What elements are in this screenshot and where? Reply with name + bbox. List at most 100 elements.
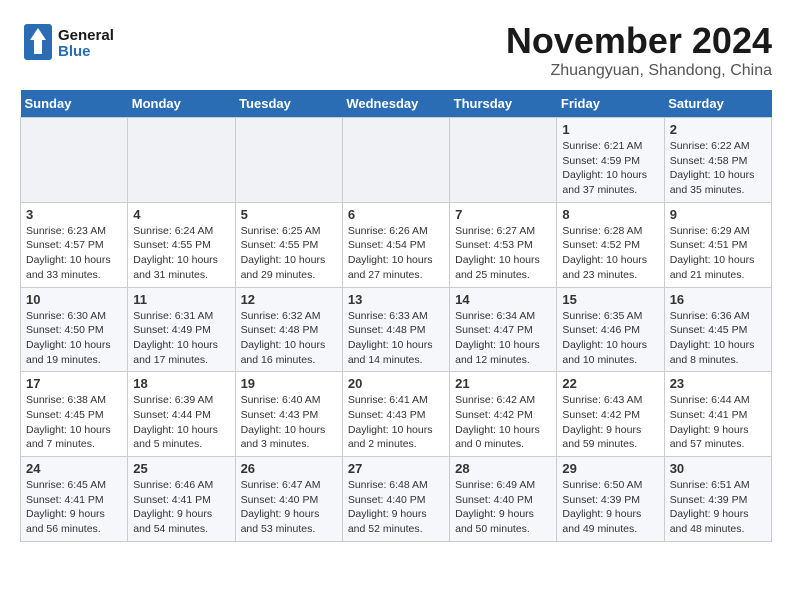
calendar-cell: 17 Sunrise: 6:38 AM Sunset: 4:45 PM Dayli… — [21, 372, 128, 457]
day-number: 12 — [241, 292, 337, 307]
day-info: Sunrise: 6:22 AM Sunset: 4:58 PM Dayligh… — [670, 139, 766, 198]
day-info: Sunrise: 6:43 AM Sunset: 4:42 PM Dayligh… — [562, 393, 658, 452]
calendar-cell: 3Sunrise: 6:23 AM Sunset: 4:57 PM Daylig… — [21, 202, 128, 287]
calendar-cell: 24 Sunrise: 6:45 AM Sunset: 4:41 PM Dayli… — [21, 457, 128, 542]
calendar-cell — [128, 118, 235, 203]
day-info: Sunrise: 6:34 AM Sunset: 4:47 PM Dayligh… — [455, 309, 551, 368]
calendar-cell: 9 Sunrise: 6:29 AM Sunset: 4:51 PM Daylig… — [664, 202, 771, 287]
day-number: 2 — [670, 122, 766, 137]
day-number: 14 — [455, 292, 551, 307]
day-header-wednesday: Wednesday — [342, 90, 449, 118]
day-info: Sunrise: 6:33 AM Sunset: 4:48 PM Dayligh… — [348, 309, 444, 368]
calendar-cell: 7 Sunrise: 6:27 AM Sunset: 4:53 PM Daylig… — [450, 202, 557, 287]
day-number: 4 — [133, 207, 229, 222]
day-info: Sunrise: 6:29 AM Sunset: 4:51 PM Dayligh… — [670, 224, 766, 283]
week-row-4: 24 Sunrise: 6:45 AM Sunset: 4:41 PM Dayli… — [21, 457, 772, 542]
calendar-cell: 28 Sunrise: 6:49 AM Sunset: 4:40 PM Dayli… — [450, 457, 557, 542]
day-header-thursday: Thursday — [450, 90, 557, 118]
calendar-cell: 10 Sunrise: 6:30 AM Sunset: 4:50 PM Dayli… — [21, 287, 128, 372]
header-row: SundayMondayTuesdayWednesdayThursdayFrid… — [21, 90, 772, 118]
calendar-cell: 27Sunrise: 6:48 AM Sunset: 4:40 PM Dayli… — [342, 457, 449, 542]
day-info: Sunrise: 6:28 AM Sunset: 4:52 PM Dayligh… — [562, 224, 658, 283]
day-number: 10 — [26, 292, 122, 307]
day-number: 11 — [133, 292, 229, 307]
day-number: 16 — [670, 292, 766, 307]
svg-text:Blue: Blue — [58, 43, 91, 60]
calendar-cell: 30Sunrise: 6:51 AM Sunset: 4:39 PM Dayli… — [664, 457, 771, 542]
day-header-sunday: Sunday — [21, 90, 128, 118]
day-number: 3 — [26, 207, 122, 222]
day-number: 22 — [562, 376, 658, 391]
calendar-cell: 5Sunrise: 6:25 AM Sunset: 4:55 PM Daylig… — [235, 202, 342, 287]
svg-text:General: General — [58, 27, 114, 44]
day-info: Sunrise: 6:42 AM Sunset: 4:42 PM Dayligh… — [455, 393, 551, 452]
calendar-cell: 25Sunrise: 6:46 AM Sunset: 4:41 PM Dayli… — [128, 457, 235, 542]
day-info: Sunrise: 6:32 AM Sunset: 4:48 PM Dayligh… — [241, 309, 337, 368]
day-info: Sunrise: 6:38 AM Sunset: 4:45 PM Dayligh… — [26, 393, 122, 452]
day-info: Sunrise: 6:45 AM Sunset: 4:41 PM Dayligh… — [26, 478, 122, 537]
day-header-saturday: Saturday — [664, 90, 771, 118]
calendar-table: SundayMondayTuesdayWednesdayThursdayFrid… — [20, 90, 772, 542]
calendar-cell — [450, 118, 557, 203]
day-header-monday: Monday — [128, 90, 235, 118]
day-info: Sunrise: 6:49 AM Sunset: 4:40 PM Dayligh… — [455, 478, 551, 537]
day-number: 19 — [241, 376, 337, 391]
calendar-cell: 1Sunrise: 6:21 AM Sunset: 4:59 PM Daylig… — [557, 118, 664, 203]
week-row-1: 3Sunrise: 6:23 AM Sunset: 4:57 PM Daylig… — [21, 202, 772, 287]
day-info: Sunrise: 6:41 AM Sunset: 4:43 PM Dayligh… — [348, 393, 444, 452]
calendar-cell: 12 Sunrise: 6:32 AM Sunset: 4:48 PM Dayli… — [235, 287, 342, 372]
day-number: 24 — [26, 461, 122, 476]
day-info: Sunrise: 6:39 AM Sunset: 4:44 PM Dayligh… — [133, 393, 229, 452]
day-number: 8 — [562, 207, 658, 222]
day-info: Sunrise: 6:50 AM Sunset: 4:39 PM Dayligh… — [562, 478, 658, 537]
calendar-cell: 20 Sunrise: 6:41 AM Sunset: 4:43 PM Dayli… — [342, 372, 449, 457]
day-info: Sunrise: 6:40 AM Sunset: 4:43 PM Dayligh… — [241, 393, 337, 452]
day-number: 30 — [670, 461, 766, 476]
day-number: 23 — [670, 376, 766, 391]
day-number: 20 — [348, 376, 444, 391]
day-number: 6 — [348, 207, 444, 222]
day-info: Sunrise: 6:30 AM Sunset: 4:50 PM Dayligh… — [26, 309, 122, 368]
day-info: Sunrise: 6:31 AM Sunset: 4:49 PM Dayligh… — [133, 309, 229, 368]
location-title: Zhuangyuan, Shandong, China — [506, 62, 772, 80]
day-number: 5 — [241, 207, 337, 222]
calendar-cell: 11 Sunrise: 6:31 AM Sunset: 4:49 PM Dayli… — [128, 287, 235, 372]
day-info: Sunrise: 6:36 AM Sunset: 4:45 PM Dayligh… — [670, 309, 766, 368]
calendar-cell: 15 Sunrise: 6:35 AM Sunset: 4:46 PM Dayli… — [557, 287, 664, 372]
day-number: 29 — [562, 461, 658, 476]
day-number: 18 — [133, 376, 229, 391]
calendar-cell: 19 Sunrise: 6:40 AM Sunset: 4:43 PM Dayli… — [235, 372, 342, 457]
month-title: November 2024 — [506, 20, 772, 62]
calendar-cell — [21, 118, 128, 203]
day-info: Sunrise: 6:21 AM Sunset: 4:59 PM Dayligh… — [562, 139, 658, 198]
calendar-cell: 2 Sunrise: 6:22 AM Sunset: 4:58 PM Daylig… — [664, 118, 771, 203]
day-number: 21 — [455, 376, 551, 391]
calendar-cell: 26 Sunrise: 6:47 AM Sunset: 4:40 PM Dayli… — [235, 457, 342, 542]
calendar-cell: 13 Sunrise: 6:33 AM Sunset: 4:48 PM Dayli… — [342, 287, 449, 372]
calendar-cell: 8 Sunrise: 6:28 AM Sunset: 4:52 PM Daylig… — [557, 202, 664, 287]
day-info: Sunrise: 6:48 AM Sunset: 4:40 PM Dayligh… — [348, 478, 444, 537]
day-number: 9 — [670, 207, 766, 222]
day-number: 7 — [455, 207, 551, 222]
calendar-cell: 14 Sunrise: 6:34 AM Sunset: 4:47 PM Dayli… — [450, 287, 557, 372]
calendar-cell — [342, 118, 449, 203]
calendar-cell: 29 Sunrise: 6:50 AM Sunset: 4:39 PM Dayli… — [557, 457, 664, 542]
day-number: 25 — [133, 461, 229, 476]
logo: General Blue — [20, 20, 130, 65]
day-info: Sunrise: 6:26 AM Sunset: 4:54 PM Dayligh… — [348, 224, 444, 283]
calendar-cell: 6 Sunrise: 6:26 AM Sunset: 4:54 PM Daylig… — [342, 202, 449, 287]
logo-svg: General Blue — [20, 20, 130, 65]
day-info: Sunrise: 6:47 AM Sunset: 4:40 PM Dayligh… — [241, 478, 337, 537]
calendar-cell: 4Sunrise: 6:24 AM Sunset: 4:55 PM Daylig… — [128, 202, 235, 287]
day-number: 28 — [455, 461, 551, 476]
page-header: General Blue November 2024 Zhuangyuan, S… — [20, 20, 772, 80]
day-number: 26 — [241, 461, 337, 476]
day-info: Sunrise: 6:27 AM Sunset: 4:53 PM Dayligh… — [455, 224, 551, 283]
title-area: November 2024 Zhuangyuan, Shandong, Chin… — [506, 20, 772, 80]
day-number: 13 — [348, 292, 444, 307]
day-number: 17 — [26, 376, 122, 391]
calendar-cell: 21 Sunrise: 6:42 AM Sunset: 4:42 PM Dayli… — [450, 372, 557, 457]
calendar-cell: 22 Sunrise: 6:43 AM Sunset: 4:42 PM Dayli… — [557, 372, 664, 457]
day-info: Sunrise: 6:35 AM Sunset: 4:46 PM Dayligh… — [562, 309, 658, 368]
day-number: 15 — [562, 292, 658, 307]
